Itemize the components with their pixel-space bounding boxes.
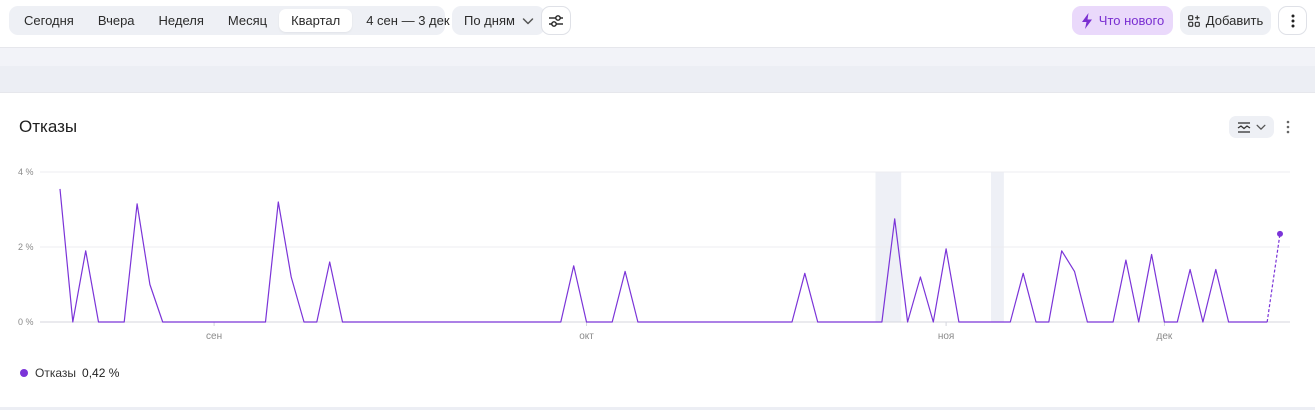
- x-tick-label: дек: [1157, 331, 1173, 342]
- section-divider: [0, 66, 1315, 92]
- legend-series-name: Отказы: [35, 366, 77, 380]
- legend-marker: [20, 369, 28, 377]
- period-today[interactable]: Сегодня: [12, 9, 86, 32]
- series-line: [59, 188, 1268, 323]
- bounce-rate-chart: 4 % 2 % 0 % сен окт ноя дек: [18, 167, 1290, 342]
- y-tick-label: 0 %: [18, 317, 34, 327]
- add-button[interactable]: Добавить: [1180, 6, 1271, 35]
- sliders-icon: [549, 14, 563, 27]
- more-button[interactable]: [1278, 6, 1307, 35]
- grouping-label: По дням: [464, 13, 515, 28]
- whats-new-button[interactable]: Что нового: [1072, 6, 1173, 35]
- widget-title: Отказы: [19, 117, 78, 136]
- period-selector: Сегодня Вчера Неделя Месяц Квартал 4 сен…: [9, 6, 468, 35]
- x-tick-label: окт: [579, 331, 594, 342]
- y-tick-label: 4 %: [18, 167, 34, 177]
- y-tick-label: 2 %: [18, 242, 34, 252]
- chart-legend: Отказы 0,42 %: [20, 366, 119, 380]
- widgets-icon: [1187, 14, 1200, 27]
- period-week[interactable]: Неделя: [147, 9, 216, 32]
- chevron-down-icon: [1256, 124, 1265, 130]
- chevron-down-icon: [522, 17, 534, 24]
- last-point-marker: [1277, 230, 1283, 237]
- vertical-dots-icon: [1286, 120, 1290, 134]
- period-yesterday[interactable]: Вчера: [86, 9, 147, 32]
- x-tick-label: сен: [206, 331, 222, 342]
- period-quarter[interactable]: Квартал: [279, 9, 353, 32]
- vertical-dots-icon: [1291, 14, 1294, 27]
- grouping-select[interactable]: По дням: [452, 6, 545, 35]
- chart-type-icon: [1237, 122, 1250, 133]
- top-toolbar: Сегодня Вчера Неделя Месяц Квартал 4 сен…: [0, 0, 1315, 48]
- legend-series-value: 0,42 %: [82, 366, 120, 380]
- whats-new-label: Что нового: [1098, 13, 1165, 28]
- chart-type-selector[interactable]: [1229, 116, 1274, 138]
- widget-more-button[interactable]: [1281, 118, 1295, 136]
- add-label: Добавить: [1205, 13, 1264, 28]
- filter-button[interactable]: [541, 6, 571, 35]
- date-range-label: 4 сен — 3 дек: [366, 13, 450, 28]
- period-month[interactable]: Месяц: [216, 9, 279, 32]
- lightning-icon: [1081, 12, 1092, 29]
- x-tick-label: ноя: [938, 331, 955, 342]
